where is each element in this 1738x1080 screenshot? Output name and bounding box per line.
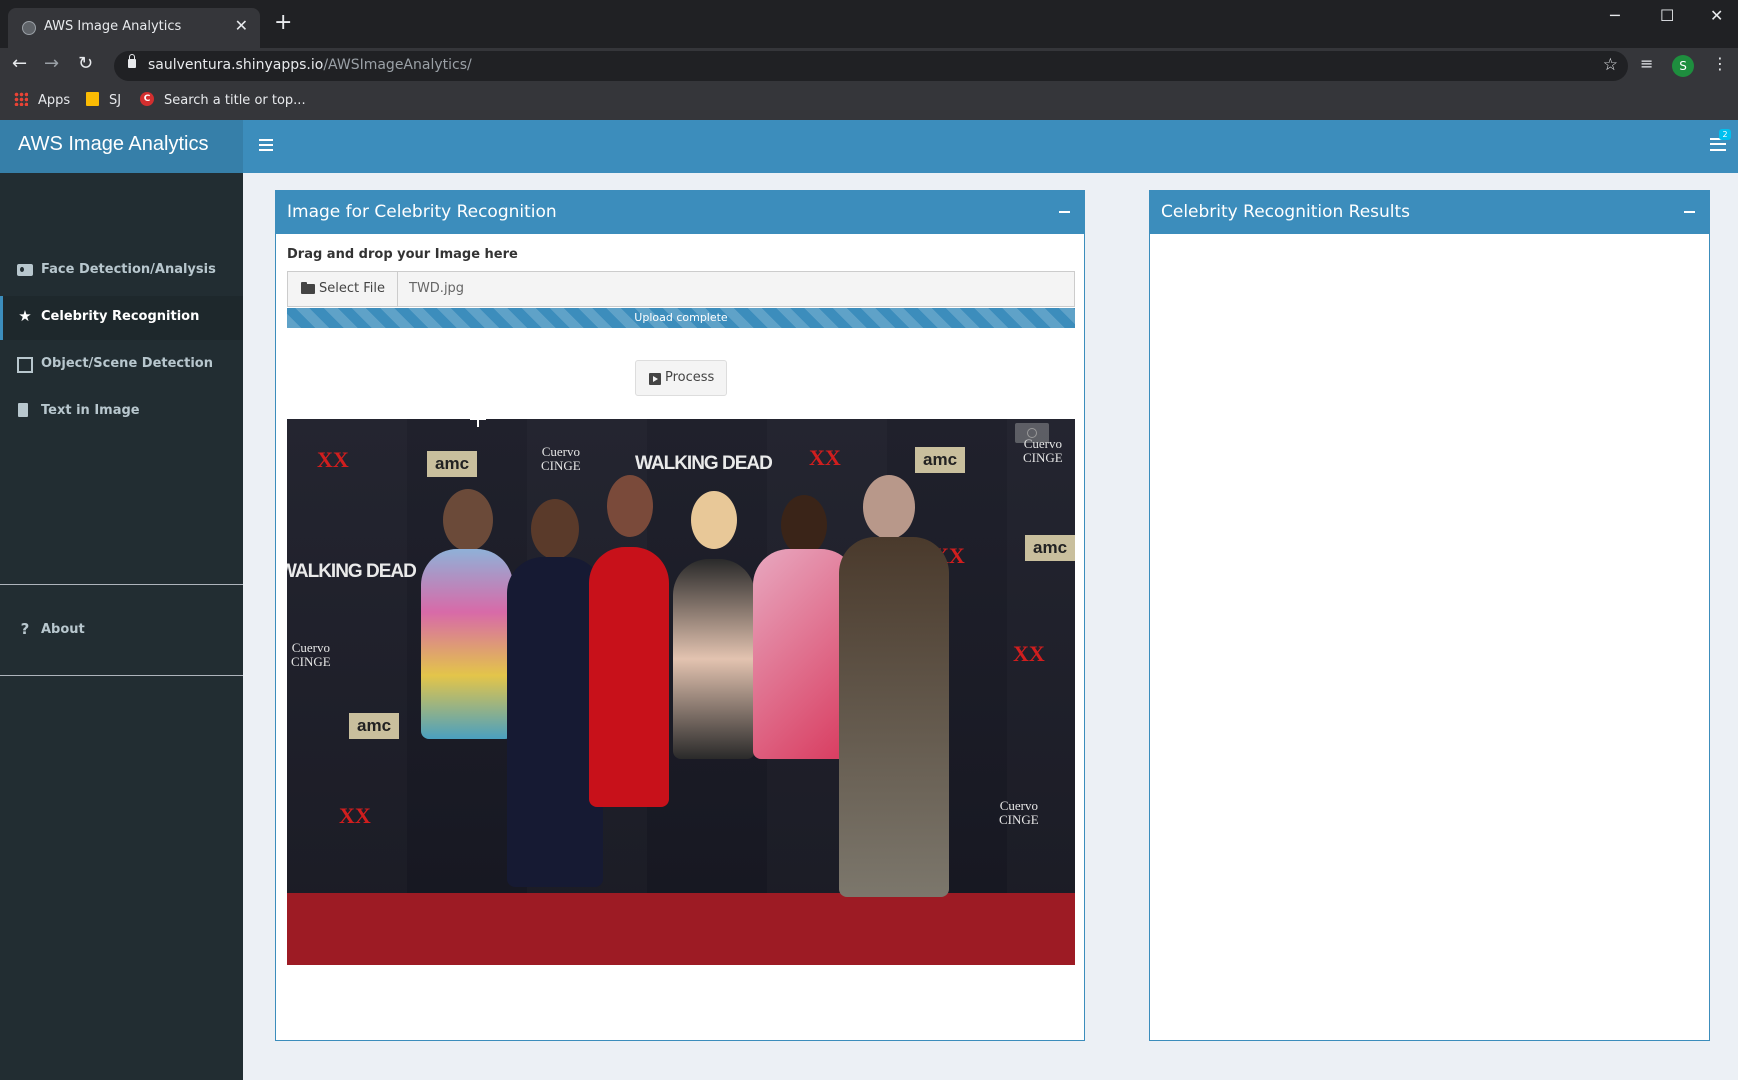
sidebar-item-text-in-image[interactable]: Text in Image — [0, 390, 243, 434]
photo-logo-amc: amc — [915, 447, 966, 473]
address-bar[interactable]: saulventura.shinyapps.io/AWSImageAnalyti… — [114, 51, 1628, 81]
close-window-icon[interactable]: ✕ — [1710, 6, 1723, 25]
minimize-icon[interactable]: ─ — [1610, 6, 1620, 25]
sidebar-item-object-detection[interactable]: Object/Scene Detection — [0, 343, 243, 387]
sidebar-item-label: Celebrity Recognition — [41, 309, 200, 324]
sidebar-item-label: About — [41, 622, 85, 637]
bookmark-sj[interactable]: SJ — [109, 93, 121, 108]
sidebar-item-face-detection[interactable]: Face Detection/Analysis — [0, 249, 243, 293]
profile-avatar[interactable]: S — [1672, 55, 1694, 77]
box-title: Celebrity Recognition Results — [1161, 202, 1411, 222]
browser-toolbar: ← → ↻ saulventura.shinyapps.io/AWSImageA… — [0, 48, 1738, 84]
photo-logo-xx: XX — [339, 803, 371, 828]
sidebar-item-about[interactable]: ? About — [0, 609, 243, 653]
photo-logo-amc: amc — [427, 451, 478, 477]
photo-logo-cuervo: Cuervo CINGE — [291, 640, 331, 669]
tasks-badge: 2 — [1719, 129, 1731, 140]
person — [839, 537, 949, 897]
box-header: Celebrity Recognition Results — [1150, 191, 1709, 234]
person — [673, 559, 755, 759]
photo-logo-xx: XX — [809, 445, 841, 470]
camera-icon[interactable] — [1015, 423, 1049, 443]
folder-icon — [86, 92, 99, 106]
person-head — [863, 475, 915, 539]
select-file-label: Select File — [319, 281, 385, 296]
maximize-icon[interactable]: ☐ — [1660, 6, 1674, 25]
drag-drop-label: Drag and drop your Image here — [287, 247, 518, 262]
red-carpet — [287, 893, 1075, 965]
box-header: Image for Celebrity Recognition — [276, 191, 1084, 234]
bookmark-search[interactable]: Search a title or top... — [164, 93, 306, 108]
sidebar-item-celebrity-recognition[interactable]: ★ Celebrity Recognition — [0, 296, 243, 340]
star-icon: ★ — [18, 307, 32, 325]
close-tab-icon[interactable]: ✕ — [235, 16, 248, 35]
site-c-icon: C — [140, 92, 154, 106]
collapse-icon[interactable] — [1684, 211, 1695, 213]
process-button[interactable]: Process — [635, 360, 727, 396]
person-head — [443, 489, 493, 551]
selected-filename: TWD.jpg — [409, 281, 465, 296]
folder-open-icon — [301, 282, 315, 294]
person-head — [691, 491, 737, 549]
app-header: AWS Image Analytics 2 — [0, 120, 1738, 173]
photo-logo-walking-dead: WALKING DEAD — [635, 453, 773, 474]
sidebar-item-label: Text in Image — [41, 403, 140, 418]
upload-status: Upload complete — [634, 311, 728, 324]
sidebar-divider — [0, 675, 243, 676]
file-text-icon — [18, 403, 28, 417]
sidebar-toggle-icon[interactable] — [259, 139, 273, 151]
collapse-icon[interactable] — [1059, 211, 1070, 213]
person-head — [781, 495, 827, 555]
tab-title: AWS Image Analytics — [44, 19, 182, 34]
forward-icon[interactable]: → — [44, 53, 59, 74]
results-box: Celebrity Recognition Results — [1149, 190, 1710, 1041]
photo-logo-walking-dead: WALKING DEAD — [287, 561, 417, 582]
sidebar-divider — [0, 584, 243, 585]
image-input-box: Image for Celebrity Recognition Drag and… — [275, 190, 1085, 1041]
select-file-button[interactable]: Select File — [288, 272, 398, 306]
reload-icon[interactable]: ↻ — [78, 53, 93, 74]
media-queue-icon[interactable]: ≡ — [1640, 54, 1653, 73]
bookmark-apps[interactable]: Apps — [38, 93, 70, 108]
top-navbar: 2 — [243, 120, 1738, 173]
file-upload-input[interactable]: Select File TWD.jpg — [287, 271, 1075, 307]
lock-icon — [128, 54, 136, 68]
bookmark-star-icon[interactable]: ☆ — [1603, 55, 1618, 75]
browser-tab[interactable]: AWS Image Analytics ✕ — [8, 8, 260, 48]
photo-logo-amc: amc — [349, 713, 400, 739]
object-group-icon — [17, 357, 33, 373]
apps-grid-icon — [14, 92, 28, 106]
uploaded-image: XX amc Cuervo CINGE WALKING DEAD XX amc C… — [287, 419, 1075, 965]
question-icon: ? — [20, 620, 30, 638]
box-title: Image for Celebrity Recognition — [287, 202, 557, 222]
person-head — [531, 499, 579, 559]
app-logo: AWS Image Analytics — [0, 120, 243, 173]
new-tab-icon[interactable]: + — [274, 10, 292, 35]
url-text: saulventura.shinyapps.io/AWSImageAnalyti… — [148, 57, 472, 73]
bookmarks-bar: Apps SJ Search a title or top... — [0, 84, 1738, 121]
photo-logo-cuervo: Cuervo CINGE — [999, 798, 1039, 827]
sidebar-item-label: Object/Scene Detection — [41, 356, 213, 371]
photo-logo-amc: amc — [1025, 535, 1075, 561]
person — [589, 547, 669, 807]
upload-progress-bar: Upload complete — [287, 308, 1075, 328]
sidebar: Face Detection/Analysis ★ Celebrity Reco… — [0, 173, 243, 1080]
browser-tabbar: AWS Image Analytics ✕ + ─ ☐ ✕ — [0, 0, 1738, 48]
sidebar-item-label: Face Detection/Analysis — [41, 262, 216, 277]
photo-logo-xx: XX — [1013, 641, 1045, 666]
crosshair-cursor-icon — [470, 419, 486, 427]
globe-icon — [22, 21, 36, 35]
id-card-icon — [17, 264, 33, 276]
photo-logo-xx: XX — [317, 447, 349, 472]
person — [421, 549, 513, 739]
play-icon — [649, 373, 661, 385]
app-title: AWS Image Analytics — [18, 133, 209, 155]
back-icon[interactable]: ← — [12, 53, 27, 74]
photo-logo-cuervo: Cuervo CINGE — [541, 444, 581, 473]
person-head — [607, 475, 653, 537]
more-menu-icon[interactable]: ⋮ — [1712, 54, 1728, 73]
process-label: Process — [665, 370, 715, 385]
